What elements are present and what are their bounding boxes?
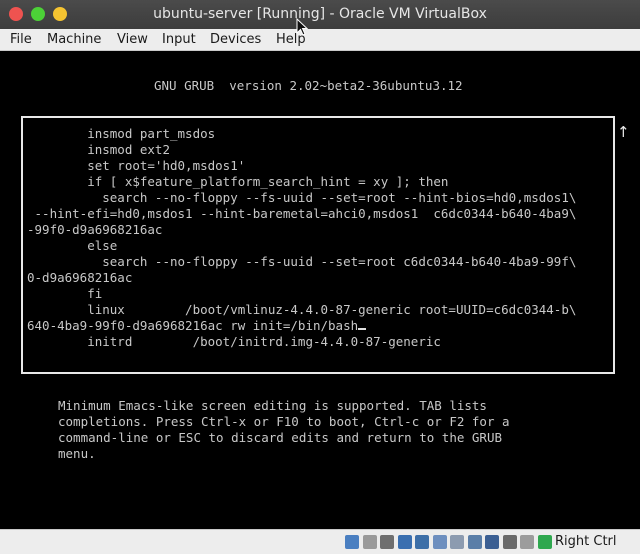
grub-line: --hint-efi=hd0,msdos1 --hint-baremetal=a… (27, 206, 577, 221)
shared-folders-icon[interactable] (432, 535, 447, 549)
menu-bar: File Machine View Input Devices Help (0, 29, 640, 51)
network-icon[interactable] (397, 535, 412, 549)
menu-devices[interactable]: Devices (210, 29, 261, 50)
menu-file[interactable]: File (10, 29, 32, 50)
grub-line: insmod part_msdos (27, 126, 216, 141)
status-bar: Right Ctrl (0, 529, 640, 554)
menu-view[interactable]: View (117, 29, 148, 50)
host-key-label[interactable]: Right Ctrl (555, 530, 617, 554)
vm-screen[interactable]: GNU GRUB version 2.02~beta2-36ubuntu3.12… (0, 51, 640, 529)
help-text-line: Minimum Emacs-like screen editing is sup… (58, 398, 487, 413)
mouse-integration-icon[interactable] (520, 535, 534, 549)
text-cursor (358, 328, 367, 330)
help-text-line: menu. (58, 446, 96, 461)
grub-line: -99f0-d9a6968216ac (27, 222, 163, 237)
cpu-icon[interactable] (485, 535, 499, 549)
grub-line: else (27, 238, 118, 253)
window-title: ubuntu-server [Running] - Oracle VM Virt… (153, 6, 487, 22)
keyboard-capture-icon[interactable] (537, 535, 552, 549)
video-capture-icon[interactable] (467, 535, 482, 549)
grub-line: initrd /boot/initrd.img-4.4.0-87-generic (27, 334, 441, 349)
grub-line: insmod ext2 (27, 142, 170, 157)
help-text-line: completions. Press Ctrl-x or F10 to boot… (58, 414, 510, 429)
menu-input[interactable]: Input (162, 29, 196, 50)
help-text-line: command-line or ESC to discard edits and… (58, 430, 503, 445)
scroll-up-arrow-icon: ↑ (617, 123, 630, 141)
grub-header: GNU GRUB version 2.02~beta2-36ubuntu3.12 (154, 78, 463, 93)
grub-line: fi (27, 286, 103, 301)
usb-icon[interactable] (415, 535, 429, 549)
grub-line: 0-d9a6968216ac (27, 270, 133, 285)
grub-line: 640-4ba9-99f0-d9a6968216ac rw init=/bin/… (27, 318, 359, 333)
virtualization-icon[interactable] (502, 535, 517, 549)
grub-line-cursor-row: 640-4ba9-99f0-d9a6968216ac rw init=/bin/… (27, 318, 367, 334)
optical-disk-icon[interactable] (362, 535, 377, 549)
mouse-pointer-icon (296, 18, 308, 36)
hard-disk-icon[interactable] (345, 535, 359, 549)
title-bar: ubuntu-server [Running] - Oracle VM Virt… (0, 0, 640, 29)
grub-line: search --no-floppy --fs-uuid --set=root … (27, 254, 577, 269)
grub-line: set root='hd0,msdos1' (27, 158, 246, 173)
audio-icon[interactable] (380, 535, 394, 549)
menu-machine[interactable]: Machine (47, 29, 101, 50)
display-icon[interactable] (450, 535, 464, 549)
grub-edit-box[interactable]: insmod part_msdos insmod ext2 set root='… (21, 116, 615, 374)
grub-line: search --no-floppy --fs-uuid --set=root … (27, 190, 577, 205)
grub-line: if [ x$feature_platform_search_hint = xy… (27, 174, 449, 189)
grub-line: linux /boot/vmlinuz-4.4.0-87-generic roo… (27, 302, 577, 317)
